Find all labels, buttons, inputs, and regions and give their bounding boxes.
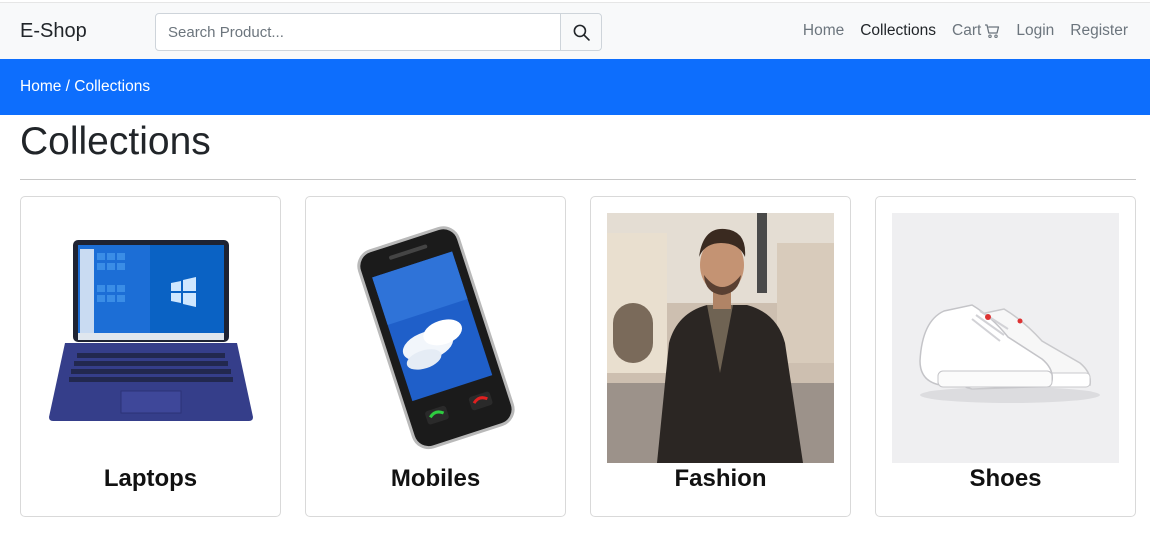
collection-card-shoes[interactable]: Shoes xyxy=(875,196,1136,517)
nav-link-collections[interactable]: Collections xyxy=(860,22,936,40)
mobile-phone-image xyxy=(322,213,549,463)
nav-link-cart[interactable]: Cart xyxy=(952,22,1000,40)
search-form xyxy=(155,13,602,51)
title-divider xyxy=(20,179,1136,180)
shoes-image xyxy=(892,213,1119,463)
collection-label: Laptops xyxy=(103,465,198,492)
collection-label: Shoes xyxy=(969,465,1042,492)
laptop-image xyxy=(37,213,264,463)
top-navbar: E-Shop Home Collections Cart Login Regis… xyxy=(0,2,1150,59)
nav-link-register[interactable]: Register xyxy=(1070,22,1128,40)
collection-card-laptops[interactable]: Laptops xyxy=(20,196,281,517)
nav-links: Home Collections Cart Login Register xyxy=(803,22,1128,40)
page-title: Collections xyxy=(20,120,211,163)
collection-card-fashion[interactable]: Fashion xyxy=(590,196,851,517)
cart-icon xyxy=(985,24,1000,39)
search-icon xyxy=(573,24,590,41)
search-button[interactable] xyxy=(560,14,601,50)
nav-link-home[interactable]: Home xyxy=(803,22,844,40)
brand-logo[interactable]: E-Shop xyxy=(20,20,87,43)
nav-link-login[interactable]: Login xyxy=(1016,22,1054,40)
breadcrumb[interactable]: Home / Collections xyxy=(20,78,150,96)
nav-link-cart-label: Cart xyxy=(952,22,982,39)
collection-label: Fashion xyxy=(674,465,767,492)
search-input[interactable] xyxy=(156,14,560,50)
fashion-image xyxy=(607,213,834,463)
collection-card-mobiles[interactable]: Mobiles xyxy=(305,196,566,517)
collection-label: Mobiles xyxy=(390,465,481,492)
breadcrumb-bar: Home / Collections xyxy=(0,59,1150,115)
